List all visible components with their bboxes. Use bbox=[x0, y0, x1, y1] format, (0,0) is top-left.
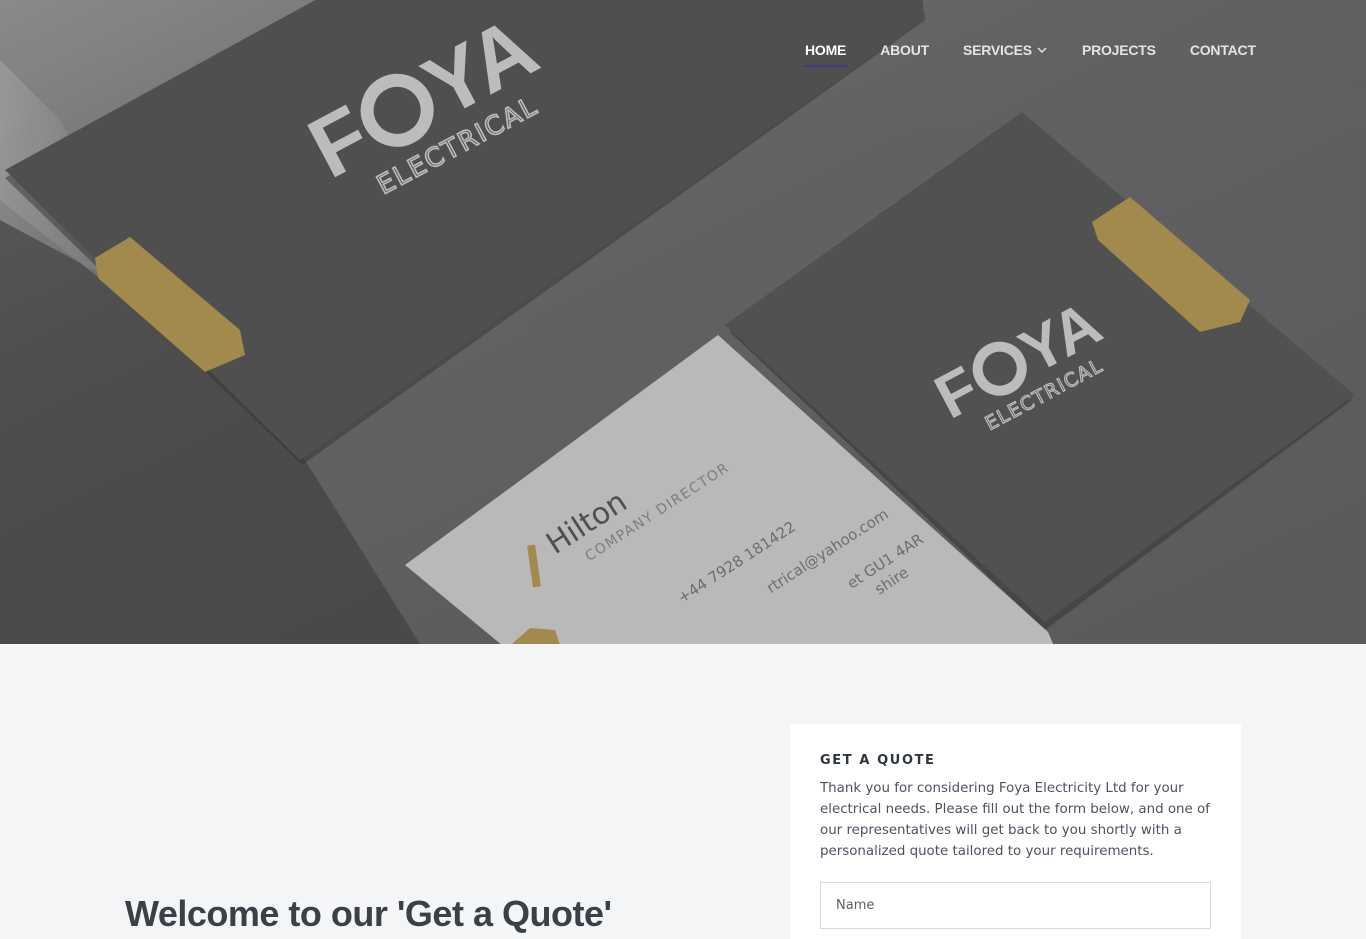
nav-item-services[interactable]: SERVICES bbox=[963, 40, 1048, 60]
hero-banner: F YA ELECTRICAL F YA ELECTRICAL Hilton C… bbox=[0, 0, 1366, 644]
welcome-heading: Welcome to our 'Get a Quote' bbox=[125, 893, 612, 934]
nav-contact-label: CONTACT bbox=[1189, 42, 1256, 58]
nav-services-label: SERVICES bbox=[962, 42, 1032, 58]
nav-about-label: ABOUT bbox=[880, 42, 929, 58]
main-nav: HOME ABOUT SERVICES PROJECTS CONTACT bbox=[802, 40, 1256, 67]
nav-item-projects[interactable]: PROJECTS bbox=[1082, 40, 1156, 60]
nav-home-label: HOME bbox=[805, 42, 847, 58]
chevron-down-icon bbox=[1037, 47, 1047, 54]
name-input[interactable] bbox=[820, 882, 1211, 929]
nav-item-about[interactable]: ABOUT bbox=[880, 40, 929, 60]
quote-title: GET A QUOTE bbox=[820, 753, 936, 768]
nav-item-home[interactable]: HOME bbox=[802, 40, 849, 67]
quote-description: Thank you for considering Foya Electrici… bbox=[820, 781, 1210, 859]
nav-item-contact[interactable]: CONTACT bbox=[1190, 40, 1256, 60]
hero-image-business-cards: F YA ELECTRICAL F YA ELECTRICAL Hilton C… bbox=[0, 0, 1366, 644]
nav-projects-label: PROJECTS bbox=[1081, 42, 1156, 58]
quote-card: GET A QUOTE Thank you for considering Fo… bbox=[790, 724, 1241, 939]
